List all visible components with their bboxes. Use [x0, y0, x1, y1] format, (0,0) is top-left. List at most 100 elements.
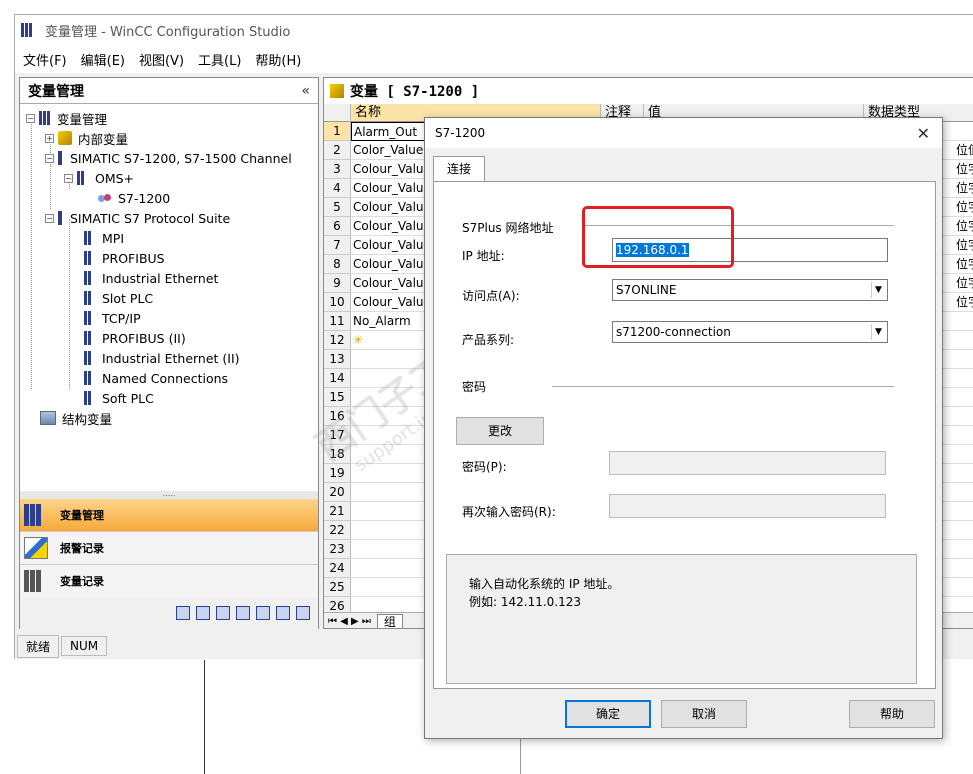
- tab-connection[interactable]: 连接: [433, 156, 485, 182]
- menu-tools[interactable]: 工具(L): [198, 50, 241, 69]
- access-point-select[interactable]: S7ONLINE ▼: [612, 279, 888, 301]
- nav-tag-management[interactable]: 变量管理: [20, 499, 318, 532]
- structure-tags-icon: [40, 411, 56, 425]
- user-admin-icon[interactable]: [196, 606, 210, 620]
- tree-item-soft-plc[interactable]: Soft PLC: [84, 388, 154, 408]
- row-number[interactable]: 21: [324, 502, 351, 521]
- tree-item-profibus[interactable]: PROFIBUS: [84, 248, 165, 268]
- password-input[interactable]: [609, 451, 886, 475]
- row-number[interactable]: 23: [324, 540, 351, 559]
- row-number[interactable]: 25: [324, 578, 351, 597]
- collapse-icon[interactable]: −: [45, 213, 54, 223]
- row-number[interactable]: 22: [324, 521, 351, 540]
- tree-item-s7-1200-1500-channel[interactable]: − SIMATIC S7-1200, S7-1500 Channel: [45, 148, 292, 168]
- row-number[interactable]: 10: [324, 293, 351, 312]
- tree-item-label: PROFIBUS (II): [102, 330, 186, 346]
- menu-file[interactable]: 文件(F): [23, 50, 67, 69]
- row-number[interactable]: 15: [324, 388, 351, 407]
- tree-item-named-connections[interactable]: Named Connections: [84, 368, 228, 388]
- tree-item-internal-tags[interactable]: + 内部变量: [45, 128, 128, 148]
- picture-icon[interactable]: [276, 606, 290, 620]
- unit-icon: [84, 331, 96, 345]
- collapse-icon[interactable]: −: [64, 173, 73, 183]
- menu-edit[interactable]: 编辑(E): [81, 50, 125, 69]
- sheet-nav-arrows[interactable]: ⏮ ◀ ▶ ⏭: [328, 616, 371, 627]
- row-number[interactable]: 3: [324, 160, 351, 179]
- tree-item-industrial-ethernet[interactable]: Industrial Ethernet: [84, 268, 218, 288]
- tree-item-slot-plc[interactable]: Slot PLC: [84, 288, 153, 308]
- tree-item-s7-1200-connection[interactable]: S7-1200: [98, 188, 170, 208]
- tree-item-s7-protocol-suite[interactable]: − SIMATIC S7 Protocol Suite: [45, 208, 230, 228]
- tree-item-label: OMS+: [95, 170, 135, 186]
- row-number[interactable]: 24: [324, 559, 351, 578]
- row-number[interactable]: 20: [324, 483, 351, 502]
- nav-tag-logging[interactable]: 变量记录: [20, 565, 318, 598]
- row-number[interactable]: 2: [324, 141, 351, 160]
- group-label-network-address: S7Plus 网络地址: [462, 221, 554, 235]
- row-number[interactable]: 8: [324, 255, 351, 274]
- tree-item-tag-management[interactable]: − 变量管理: [26, 108, 107, 128]
- row-number[interactable]: 12: [324, 331, 351, 350]
- tree-item-label: 结构变量: [62, 411, 113, 427]
- collapse-panel-button[interactable]: «: [301, 83, 310, 99]
- row-number[interactable]: 6: [324, 217, 351, 236]
- row-number[interactable]: 7: [324, 236, 351, 255]
- text-library-icon[interactable]: [256, 606, 270, 620]
- new-row-icon: ✳: [353, 333, 364, 347]
- sheet-tab-group[interactable]: 组: [376, 613, 403, 628]
- audio-icon[interactable]: [236, 606, 250, 620]
- tree-item-structure-tags[interactable]: 结构变量: [40, 408, 112, 428]
- wincc-app-icon: [21, 23, 37, 37]
- tree-item-label: PROFIBUS: [102, 250, 165, 266]
- row-number[interactable]: 11: [324, 312, 351, 331]
- row-number[interactable]: 18: [324, 445, 351, 464]
- tree-item-mpi[interactable]: MPI: [84, 228, 124, 248]
- graphics-designer-icon[interactable]: [176, 606, 190, 620]
- row-number[interactable]: 1: [324, 122, 351, 141]
- collapse-icon[interactable]: −: [45, 153, 54, 163]
- tag-tree: − 变量管理 + 内部变量 − SIMATIC S7-1200, S7-1500…: [20, 105, 318, 491]
- tag-logging-icon: [24, 570, 48, 592]
- collapse-icon[interactable]: −: [26, 113, 35, 123]
- menu-view[interactable]: 视图(V): [139, 50, 184, 69]
- chevron-down-icon[interactable]: ▼: [871, 324, 885, 340]
- nav-label: 变量记录: [60, 575, 104, 588]
- menu-help[interactable]: 帮助(H): [255, 50, 301, 69]
- tree-item-profibus-ii[interactable]: PROFIBUS (II): [84, 328, 186, 348]
- unit-icon: [84, 251, 96, 265]
- password-label: 密码(P):: [462, 460, 507, 474]
- ok-button[interactable]: 确定: [565, 700, 651, 728]
- help-button[interactable]: 帮助: [849, 700, 935, 728]
- navigation-panel: 变量管理 « − 变量管理 + 内部变量 − SIMATIC S7-1200, …: [19, 77, 319, 629]
- row-number[interactable]: 19: [324, 464, 351, 483]
- access-point-label: 访问点(A):: [462, 289, 520, 303]
- tree-item-oms-plus[interactable]: − OMS+: [64, 168, 134, 188]
- close-icon[interactable]: ✕: [917, 124, 930, 143]
- report-icon[interactable]: [296, 606, 310, 620]
- password-repeat-input[interactable]: [609, 494, 886, 518]
- change-password-button[interactable]: 更改: [456, 417, 544, 445]
- chevron-down-icon[interactable]: ▼: [871, 282, 885, 298]
- expand-icon[interactable]: +: [45, 133, 54, 143]
- tree-item-label: 变量管理: [57, 111, 108, 127]
- unit-icon: [77, 171, 89, 185]
- tree-item-tcp-ip[interactable]: TCP/IP: [84, 308, 141, 328]
- tag-icon[interactable]: [216, 606, 230, 620]
- product-family-select[interactable]: s71200-connection ▼: [612, 321, 888, 343]
- row-number[interactable]: 14: [324, 369, 351, 388]
- row-number[interactable]: 16: [324, 407, 351, 426]
- row-number[interactable]: 4: [324, 179, 351, 198]
- row-number[interactable]: 9: [324, 274, 351, 293]
- row-number[interactable]: 5: [324, 198, 351, 217]
- unit-icon: [84, 391, 96, 405]
- status-num: NUM: [61, 636, 108, 656]
- row-number[interactable]: 13: [324, 350, 351, 369]
- nav-alarm-logging[interactable]: 报警记录: [20, 532, 318, 565]
- tree-item-label: SIMATIC S7 Protocol Suite: [70, 210, 231, 226]
- row-number[interactable]: 17: [324, 426, 351, 445]
- panel-splitter[interactable]: .....: [20, 490, 318, 499]
- highlight-annotation: [582, 206, 734, 268]
- cancel-button[interactable]: 取消: [661, 700, 747, 728]
- unit-icon: [84, 231, 96, 245]
- tree-item-industrial-ethernet-ii[interactable]: Industrial Ethernet (II): [84, 348, 240, 368]
